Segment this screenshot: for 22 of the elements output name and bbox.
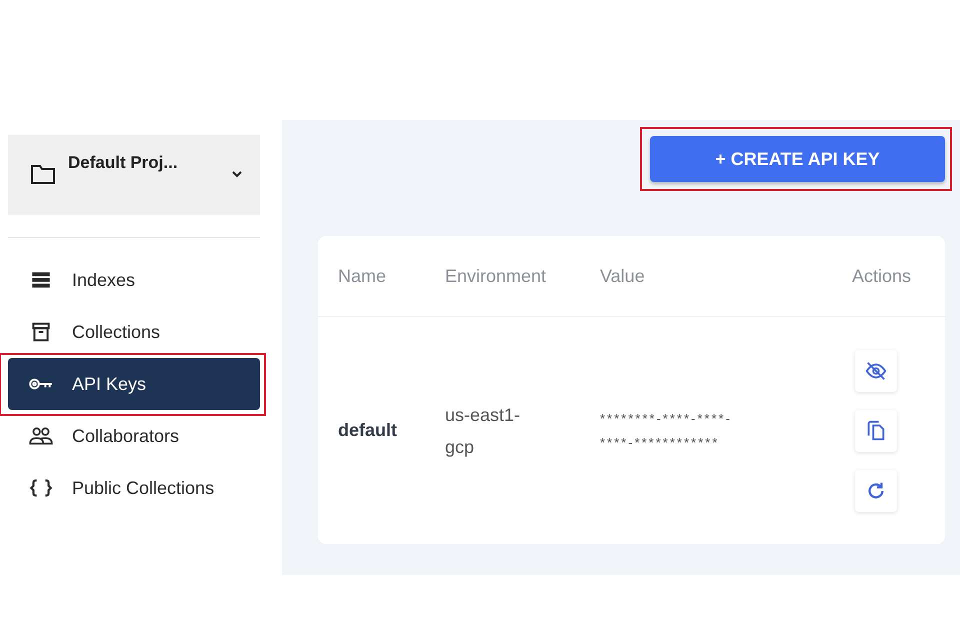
key-name: default (338, 420, 398, 441)
sidebar-item[interactable]: Public Collections (8, 462, 260, 514)
sidebar-item[interactable]: Collaborators (8, 410, 260, 462)
create-api-key-button[interactable]: + CREATE API KEY (650, 136, 945, 182)
column-header: Value (600, 266, 646, 286)
key-value: ********-****-****-****-************ (600, 410, 733, 452)
environment-cell-text: us-east1-gcp (445, 404, 522, 459)
column-header: Environment (445, 266, 548, 286)
hide-button[interactable] (855, 350, 897, 392)
sidebar-item[interactable]: API Keys (8, 358, 260, 410)
copy-icon (865, 420, 887, 442)
project-selector[interactable]: Default Proj... (8, 135, 260, 215)
sidebar-item[interactable]: Collections (8, 306, 260, 358)
folder-icon (30, 163, 56, 185)
column-header: Name (338, 266, 388, 286)
braces-icon (28, 477, 54, 499)
refresh-button[interactable] (855, 470, 897, 512)
eye-slash-icon (865, 360, 887, 382)
copy-button[interactable] (855, 410, 897, 452)
sidebar-item[interactable]: Indexes (8, 254, 260, 306)
people-icon (28, 425, 54, 447)
column-header: Actions (850, 266, 912, 286)
